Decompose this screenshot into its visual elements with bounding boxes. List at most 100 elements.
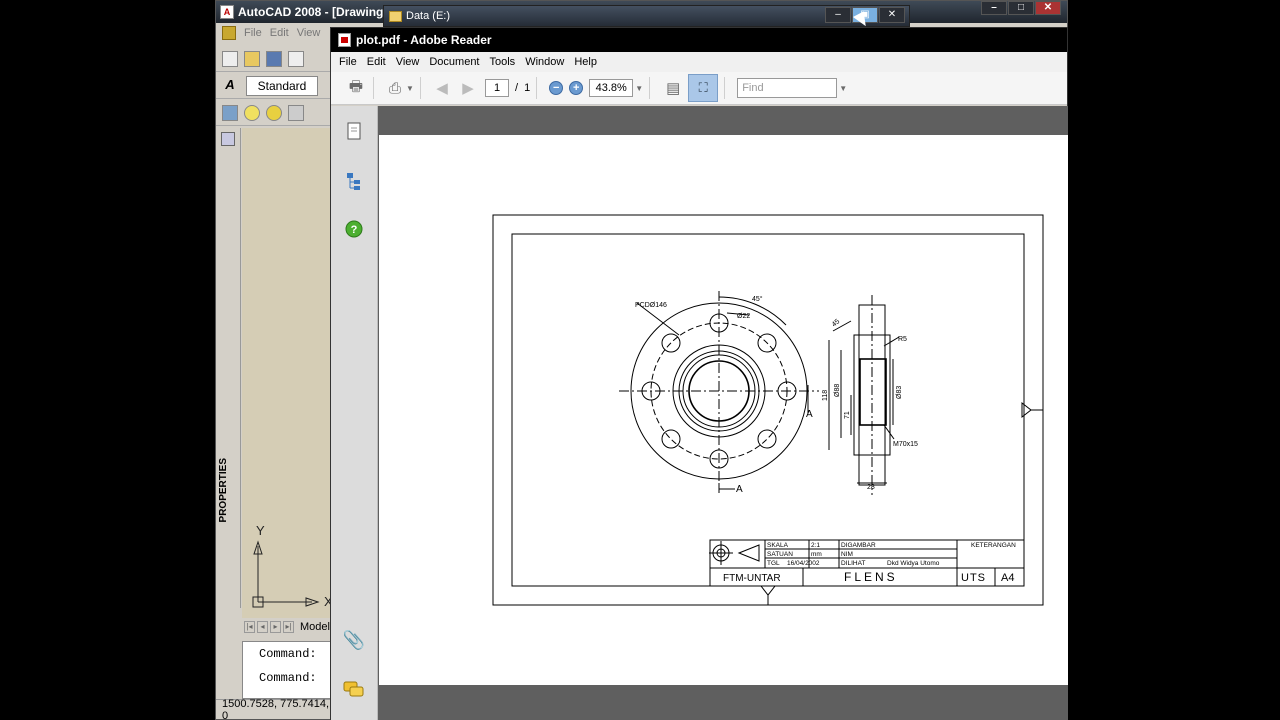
desktop: { "autocad": { "title": "AutoCAD 2008 - … <box>0 0 1280 720</box>
minimize-icon[interactable]: – <box>825 7 851 23</box>
menu-edit[interactable]: Edit <box>367 56 386 68</box>
zoom-in-icon[interactable]: + <box>569 81 584 95</box>
properties-label: PROPERTIES <box>218 458 229 523</box>
chevron-down-icon[interactable]: ▼ <box>406 77 414 99</box>
unit-label: SATUAN <box>767 551 793 558</box>
bookmarks-icon[interactable] <box>343 170 365 192</box>
save-icon[interactable] <box>266 50 282 67</box>
drawing-frame <box>511 233 1025 587</box>
exam-label: UTS <box>961 572 986 584</box>
sun-icon[interactable] <box>266 104 282 121</box>
coordinate-readout: 1500.7528, 775.7414, 0 <box>222 697 330 720</box>
radius-label: R5 <box>898 336 907 343</box>
reader-title-bar[interactable]: plot.pdf - Adobe Reader <box>331 28 1067 52</box>
chevron-down-icon[interactable]: ▼ <box>839 77 847 99</box>
ucs-icon <box>252 540 320 608</box>
reader-title: plot.pdf - Adobe Reader <box>356 33 492 47</box>
fit-width-icon[interactable]: ▤ <box>662 77 684 99</box>
toolbar-separator <box>724 77 726 99</box>
navigation-pane: ? 📎 <box>331 106 378 720</box>
find-input[interactable]: Find <box>737 78 838 98</box>
menu-file[interactable]: File <box>339 56 357 68</box>
remarks-label: KETERANGAN <box>971 542 1016 549</box>
pcd-label: PCDØ146 <box>635 302 667 309</box>
properties-palette-bar[interactable]: PROPERTIES <box>216 128 241 608</box>
unit-value: mm <box>811 551 822 558</box>
nim-label: NIM <box>841 551 853 558</box>
text-style-icon[interactable]: A <box>222 77 238 94</box>
lightbulb-icon[interactable] <box>244 104 260 121</box>
command-line[interactable]: Command: <box>259 666 336 690</box>
chevron-down-icon[interactable]: ▼ <box>635 77 643 99</box>
tab-model[interactable]: Model <box>300 621 330 633</box>
flange-front-view <box>619 291 819 493</box>
menu-file[interactable]: File <box>244 27 262 39</box>
new-icon[interactable] <box>222 50 238 67</box>
close-icon[interactable]: ✕ <box>879 7 905 23</box>
part-name: FLENS <box>844 570 898 584</box>
thread-label: M70x15 <box>893 441 918 448</box>
properties-icon[interactable] <box>221 132 235 146</box>
centering-mark <box>759 585 777 596</box>
comments-icon[interactable] <box>343 678 365 700</box>
command-window[interactable]: Command: Command: <box>242 641 337 699</box>
menu-document[interactable]: Document <box>429 56 479 68</box>
lock-icon[interactable] <box>288 104 304 121</box>
adobe-reader-window: plot.pdf - Adobe Reader File Edit View D… <box>330 27 1068 720</box>
toolbar-separator <box>373 77 374 99</box>
next-page-icon[interactable]: ▶ <box>457 77 479 99</box>
pdf-page[interactable]: PCDØ146 Ø22 45° A A 118 Ø88 71 Ø83 R5 45… <box>379 135 1068 685</box>
section-mark: A <box>806 409 813 420</box>
print-icon[interactable]: 🖶 <box>345 77 367 99</box>
last-tab-icon[interactable]: ▸| <box>283 621 294 633</box>
dimension-label: Ø88 <box>834 384 841 397</box>
maximize-icon[interactable]: □ <box>1008 1 1034 15</box>
text-style-select[interactable]: Standard <box>246 75 318 96</box>
command-line: Command: <box>259 647 317 661</box>
menu-view[interactable]: View <box>396 56 420 68</box>
previous-page-icon[interactable]: ◀ <box>431 77 453 99</box>
first-tab-icon[interactable]: |◂ <box>244 621 255 633</box>
explorer-title-bar[interactable]: Data (E:) – ▣ ✕ <box>383 5 910 27</box>
menu-tools[interactable]: Tools <box>490 56 516 68</box>
minimize-icon[interactable]: – <box>981 1 1007 15</box>
close-icon[interactable]: ✕ <box>1035 1 1061 15</box>
page-number-input[interactable]: 1 <box>485 79 509 97</box>
drawn-by-label: DIGAMBAR <box>841 542 876 549</box>
menu-help[interactable]: Help <box>574 56 597 68</box>
toolbar-separator <box>649 77 651 99</box>
prev-tab-icon[interactable]: ◂ <box>257 621 268 633</box>
fit-page-button[interactable]: ⛶ <box>688 74 719 102</box>
folder-icon <box>389 10 402 22</box>
autocad-window-controls: – □ ✕ <box>980 1 1061 15</box>
pdf-icon <box>338 33 351 47</box>
menu-view[interactable]: View <box>297 27 321 39</box>
centering-mark <box>1021 401 1032 419</box>
document-icon[interactable] <box>222 26 236 40</box>
model-space[interactable] <box>242 128 337 618</box>
toolbar-separator <box>536 77 538 99</box>
layers-toolbar <box>216 100 336 126</box>
attachments-icon[interactable]: 📎 <box>343 629 365 651</box>
open-icon[interactable] <box>244 50 260 67</box>
menu-edit[interactable]: Edit <box>270 27 289 39</box>
zoom-out-icon[interactable]: − <box>549 81 564 95</box>
next-tab-icon[interactable]: ▸ <box>270 621 281 633</box>
menu-window[interactable]: Window <box>525 56 564 68</box>
pages-icon[interactable] <box>343 120 365 142</box>
dimension-label: 71 <box>844 411 851 419</box>
autocad-menu-bar: File Edit View <box>216 23 336 43</box>
date-label: TGL <box>767 560 780 567</box>
help-icon[interactable]: ? <box>343 218 365 240</box>
layers-icon[interactable] <box>222 104 238 121</box>
share-icon[interactable]: ⎙ <box>384 77 406 99</box>
print-icon[interactable] <box>288 50 304 67</box>
toolbar-separator <box>420 77 421 99</box>
scale-label: SKALA <box>767 542 789 549</box>
reader-toolbar: 🖶 ⎙ ▼ ◀ ▶ 1 / 1 − + 43.8% ▼ ▤ ⛶ Find ▼ <box>331 72 1067 105</box>
checked-label: DILIHAT <box>841 560 865 567</box>
explorer-title: Data (E:) <box>406 10 451 22</box>
zoom-level-input[interactable]: 43.8% <box>589 79 634 97</box>
document-area[interactable]: PCDØ146 Ø22 45° A A 118 Ø88 71 Ø83 R5 45… <box>378 106 1068 720</box>
status-bar: 1500.7528, 775.7414, 0 <box>216 697 336 720</box>
